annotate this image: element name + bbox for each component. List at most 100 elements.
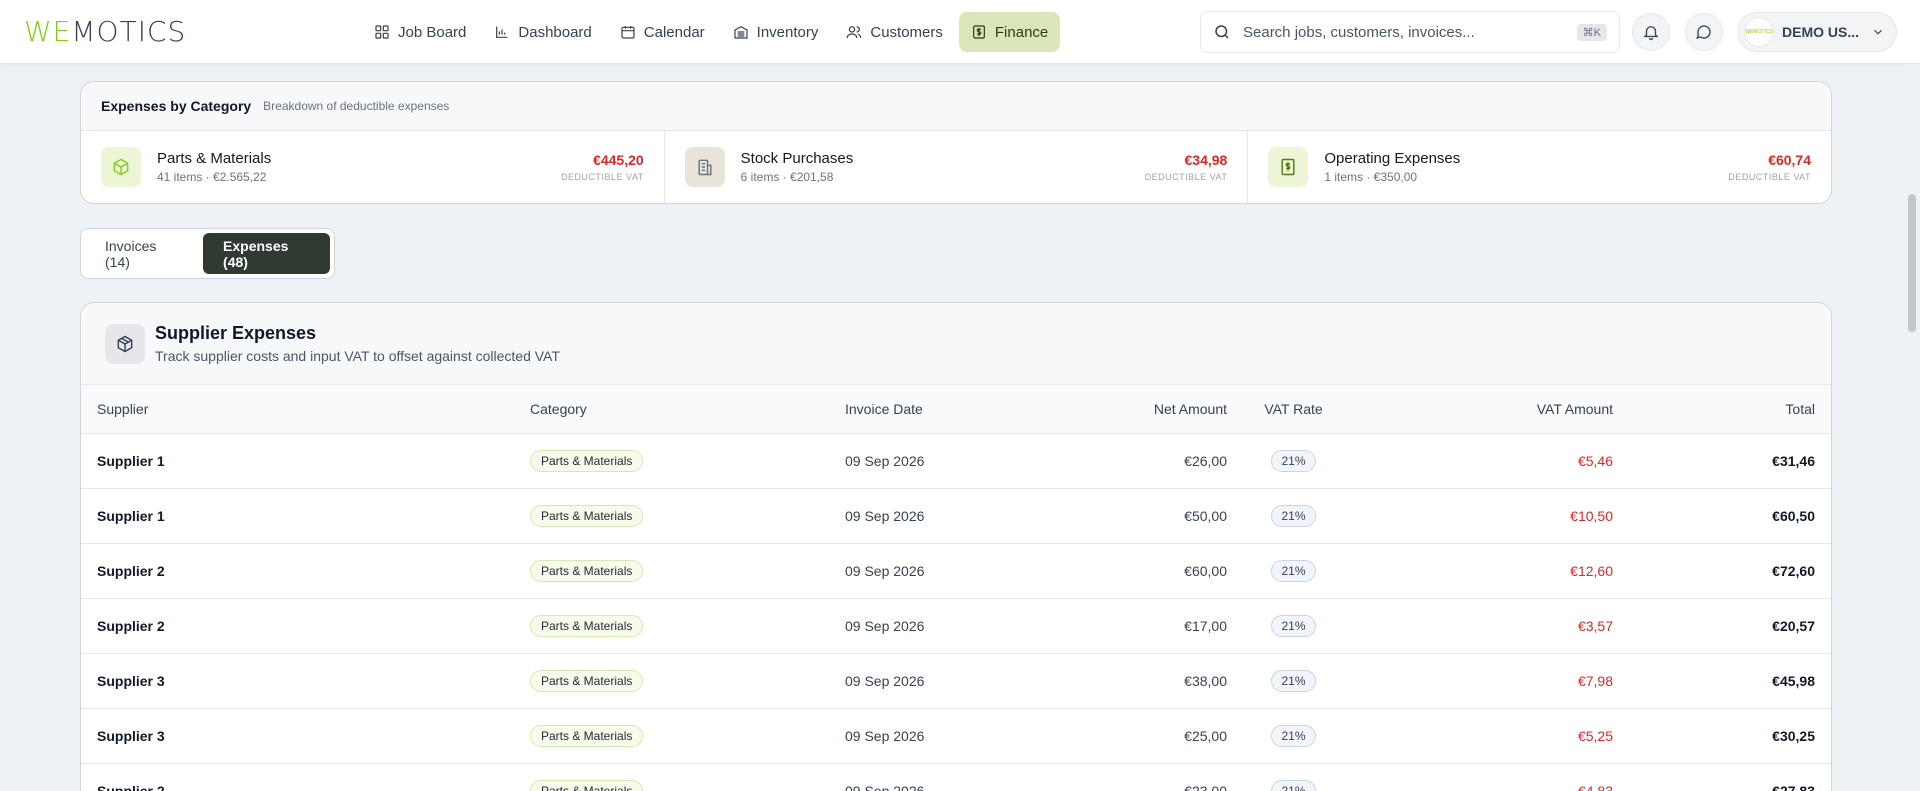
package-icon: [117, 335, 133, 352]
cell-category: Parts & Materials: [530, 488, 845, 543]
cell-net-amount: €38,00: [1184, 672, 1227, 689]
cell-net-amount: €26,00: [1184, 452, 1227, 469]
tab-expenses[interactable]: Expenses (48): [203, 233, 330, 274]
chevron-down-icon: [1874, 29, 1882, 35]
cell-vat-amount: €10,50: [1570, 507, 1613, 524]
category-vat-amount: €34,98: [1184, 152, 1228, 168]
cell-vat-amount: €4,83: [1577, 782, 1613, 791]
cell-supplier: Supplier 3: [97, 672, 165, 689]
cell-net-amount: €25,00: [1184, 727, 1227, 744]
nav-label: Finance: [994, 23, 1049, 41]
expenses-by-category-card: Expenses by Category Breakdown of deduct…: [80, 81, 1832, 204]
table-row[interactable]: Supplier 2 Parts & Materials 09 Sep 2026…: [81, 598, 1831, 653]
cell-total: €20,57: [1772, 617, 1815, 634]
search-input[interactable]: [1243, 23, 1577, 41]
cell-supplier: Supplier 2: [97, 562, 165, 579]
cell-vat-amount: €12,60: [1570, 562, 1613, 579]
cell-total: €27,83: [1772, 782, 1815, 791]
category-icon-wrap: [684, 147, 725, 187]
category-pill: Parts & Materials: [530, 614, 644, 637]
nav-dashboard[interactable]: Dashboard: [482, 12, 603, 52]
supplier-expenses-title: Supplier Expenses: [155, 323, 317, 343]
cell-vat-rate: 21%: [1227, 653, 1360, 708]
column-header-vat-amount[interactable]: VAT Amount: [1360, 385, 1613, 434]
cell-vat-amount: €5,46: [1577, 452, 1613, 469]
nav-label: Customers: [870, 23, 943, 41]
category-operating-expenses: Operating Expenses 1 items · €350,00 €60…: [1247, 131, 1831, 203]
messages-button[interactable]: [1685, 13, 1723, 51]
page-scrollbar[interactable]: [1904, 64, 1920, 791]
nav-customers[interactable]: Customers: [834, 12, 955, 52]
cell-supplier: Supplier 1: [97, 507, 165, 524]
cell-category: Parts & Materials: [530, 543, 845, 598]
table-row[interactable]: Supplier 1 Parts & Materials 09 Sep 2026…: [81, 488, 1831, 543]
cell-vat-rate: 21%: [1227, 763, 1360, 791]
table-row[interactable]: Supplier 1 Parts & Materials 09 Sep 2026…: [81, 433, 1831, 488]
column-header-invoice-date[interactable]: Invoice Date: [845, 385, 1085, 434]
nav-calendar[interactable]: Calendar: [608, 12, 717, 52]
warehouse-icon: [734, 25, 748, 39]
cell-vat-rate: 21%: [1227, 543, 1360, 598]
calendar-icon: [621, 26, 635, 39]
cell-invoice-date: 09 Sep 2026: [845, 617, 925, 634]
supplier-expenses-header: Supplier Expenses Track supplier costs a…: [81, 303, 1831, 385]
cell-total: €31,46: [1772, 452, 1815, 469]
nav-label: Job Board: [398, 23, 467, 41]
cell-net-amount: €23,00: [1184, 782, 1227, 791]
category-parts-materials: Parts & Materials 41 items · €2.565,22 €…: [81, 131, 664, 203]
vat-rate-pill: 21%: [1271, 724, 1316, 747]
table-row[interactable]: Supplier 3 Parts & Materials 09 Sep 2026…: [81, 653, 1831, 708]
search-icon: [1215, 25, 1229, 39]
column-header-supplier[interactable]: Supplier: [81, 385, 530, 434]
table-row[interactable]: Supplier 3 Parts & Materials 09 Sep 2026…: [81, 708, 1831, 763]
cell-vat-amount: €5,25: [1577, 727, 1613, 744]
avatar: WEMOTICS: [1744, 17, 1774, 47]
category-pill: Parts & Materials: [530, 724, 644, 747]
category-card-subtitle: Breakdown of deductible expenses: [263, 99, 450, 113]
cell-vat-rate: 21%: [1227, 708, 1360, 763]
receipt-icon: [1281, 158, 1295, 176]
tab-invoices[interactable]: Invoices (14): [85, 233, 199, 274]
table-row[interactable]: Supplier 2 Parts & Materials 09 Sep 2026…: [81, 763, 1831, 791]
search-shortcut: ⌘K: [1576, 23, 1607, 41]
cell-invoice-date: 09 Sep 2026: [845, 672, 925, 689]
cell-category: Parts & Materials: [530, 763, 845, 791]
column-header-net-amount[interactable]: Net Amount: [1085, 385, 1227, 434]
bar-chart-icon: [496, 26, 508, 38]
category-pill: Parts & Materials: [530, 779, 644, 791]
column-header-vat-rate[interactable]: VAT Rate: [1227, 385, 1360, 434]
category-card-title: Expenses by Category: [101, 98, 252, 114]
supplier-expenses-card: Supplier Expenses Track supplier costs a…: [80, 302, 1832, 791]
main-nav: Job Board Dashboard Calendar Inventory C…: [362, 12, 1061, 52]
cell-invoice-date: 09 Sep 2026: [845, 727, 925, 744]
category-icon-wrap: [101, 147, 141, 187]
nav-finance[interactable]: Finance: [958, 12, 1061, 52]
cell-supplier: Supplier 2: [97, 617, 165, 634]
global-search[interactable]: ⌘K: [1200, 11, 1620, 53]
category-pill: Parts & Materials: [530, 449, 644, 472]
notifications-button[interactable]: [1632, 13, 1670, 51]
nav-label: Dashboard: [518, 23, 592, 41]
cell-supplier: Supplier 3: [97, 727, 165, 744]
scrollbar-thumb[interactable]: [1908, 194, 1916, 332]
user-menu[interactable]: WEMOTICS DEMO US...: [1737, 12, 1897, 52]
dollar-icon: [972, 25, 985, 39]
cell-invoice-date: 09 Sep 2026: [845, 782, 925, 791]
category-meta: 6 items · €201,58: [740, 170, 834, 184]
wemotics-logo[interactable]: WEMOTICS: [24, 17, 186, 47]
chat-bubble-icon: [1696, 25, 1711, 40]
cell-invoice-date: 09 Sep 2026: [845, 562, 925, 579]
category-pill: Parts & Materials: [530, 504, 644, 527]
cell-total: €30,25: [1772, 727, 1815, 744]
table-row[interactable]: Supplier 2 Parts & Materials 09 Sep 2026…: [81, 543, 1831, 598]
category-pill: Parts & Materials: [530, 559, 644, 582]
nav-inventory[interactable]: Inventory: [721, 12, 831, 52]
column-header-category[interactable]: Category: [530, 385, 845, 434]
column-header-total[interactable]: Total: [1613, 385, 1831, 434]
cell-invoice-date: 09 Sep 2026: [845, 452, 925, 469]
nav-job-board[interactable]: Job Board: [362, 12, 478, 52]
building-icon: [698, 159, 712, 176]
cell-vat-amount: €7,98: [1577, 672, 1613, 689]
cell-supplier: Supplier 1: [97, 452, 165, 469]
cell-category: Parts & Materials: [530, 433, 845, 488]
